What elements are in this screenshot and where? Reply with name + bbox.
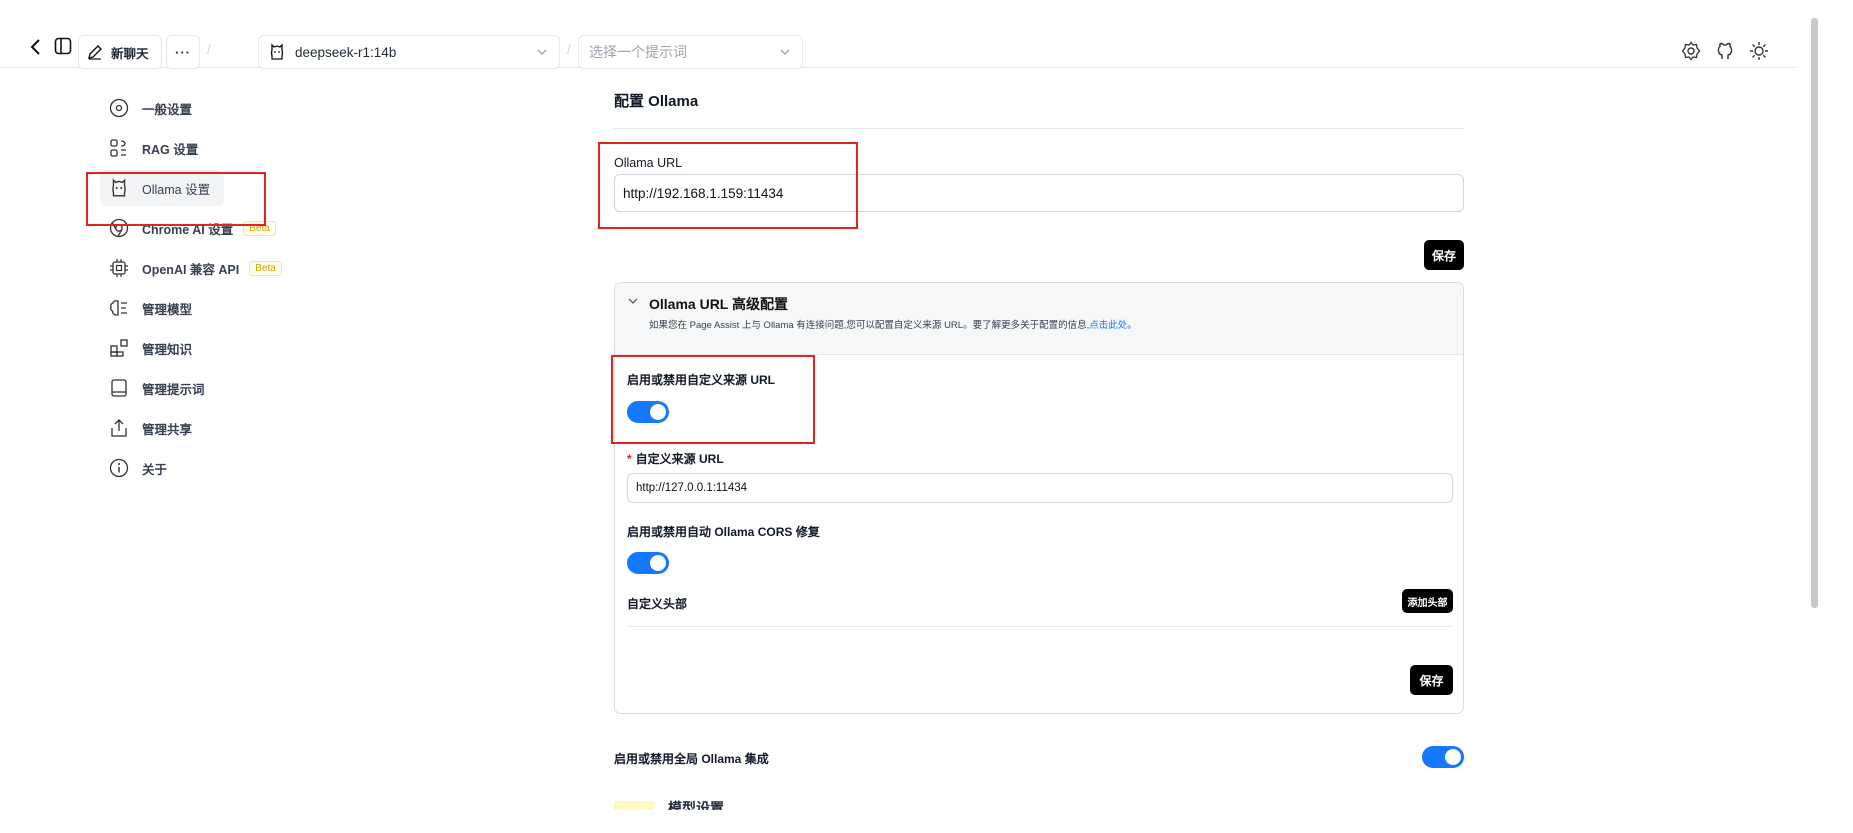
sidebar-item-label: 管理模型 bbox=[142, 302, 193, 317]
app-viewport: 新聊天 ··· / deepseek-r1:14b / 选择一个提示词 一般设置… bbox=[0, 0, 1797, 810]
edit-icon bbox=[88, 45, 102, 60]
separator: / bbox=[207, 41, 211, 57]
chevron-down-icon bbox=[780, 49, 790, 55]
vertical-scrollbar[interactable] bbox=[1811, 18, 1818, 608]
description-suffix: 。 bbox=[1127, 320, 1137, 331]
github-icon[interactable] bbox=[1714, 40, 1736, 62]
cors-toggle[interactable] bbox=[627, 552, 669, 574]
sidebar-item-about[interactable]: 关于 bbox=[100, 450, 175, 486]
new-chat-button[interactable]: 新聊天 bbox=[78, 35, 162, 69]
custom-origin-url-input[interactable]: http://127.0.0.1:11434 bbox=[627, 473, 1453, 503]
sidebar-item-manage-share[interactable]: 管理共享 bbox=[100, 410, 200, 446]
advanced-config-description: 如果您在 Page Assist 上与 Ollama 有连接问题,您可以配置自定… bbox=[649, 317, 1137, 331]
section-icon bbox=[614, 801, 654, 810]
sidebar-item-openai-api[interactable]: OpenAI 兼容 API Beta bbox=[100, 250, 290, 286]
custom-headers-label: 自定义头部 bbox=[627, 597, 688, 611]
top-bar: 新聊天 ··· / deepseek-r1:14b / 选择一个提示词 bbox=[0, 13, 1797, 69]
brain-icon bbox=[108, 297, 130, 319]
info-icon bbox=[108, 457, 130, 479]
click-here-link[interactable]: 点击此处 bbox=[1089, 320, 1127, 331]
sidebar-item-label: 管理知识 bbox=[142, 342, 193, 357]
custom-origin-url-label: * 自定义来源 URL bbox=[627, 450, 724, 467]
settings-icon[interactable] bbox=[1680, 40, 1702, 62]
chevron-down-icon bbox=[537, 49, 547, 55]
book-icon bbox=[108, 377, 130, 399]
global-ollama-toggle-label: 启用或禁用全局 Ollama 集成 bbox=[614, 752, 769, 766]
sidebar-item-label: OpenAI 兼容 API bbox=[142, 262, 240, 277]
share-icon bbox=[108, 417, 130, 439]
cors-toggle-label: 启用或禁用自动 Ollama CORS 修复 bbox=[627, 525, 820, 539]
beta-badge: Beta bbox=[249, 260, 282, 276]
model-settings-title: 模型设置 bbox=[668, 800, 724, 810]
sidebar-item-manage-prompts[interactable]: 管理提示词 bbox=[100, 370, 213, 406]
sidebar-item-label: 管理提示词 bbox=[142, 382, 205, 397]
advanced-save-button[interactable]: 保存 bbox=[1410, 665, 1453, 695]
rag-icon bbox=[108, 137, 130, 159]
ollama-icon bbox=[270, 43, 284, 60]
sidebar-item-label: RAG 设置 bbox=[142, 142, 199, 157]
separator: / bbox=[567, 41, 571, 57]
model-name: deepseek-r1:14b bbox=[295, 44, 397, 60]
model-select[interactable]: deepseek-r1:14b bbox=[258, 35, 560, 69]
more-button[interactable]: ··· bbox=[166, 35, 200, 69]
advanced-config-header[interactable]: Ollama URL 高级配置 如果您在 Page Assist 上与 Olla… bbox=[615, 283, 1463, 355]
sidebar-item-label: 关于 bbox=[142, 462, 168, 477]
new-chat-label: 新聊天 bbox=[111, 46, 149, 61]
advanced-config-title: Ollama URL 高级配置 bbox=[649, 296, 788, 312]
chevron-down-icon bbox=[628, 298, 638, 304]
divider bbox=[627, 626, 1453, 627]
prompt-select[interactable]: 选择一个提示词 bbox=[578, 35, 803, 69]
sidebar-item-label: 一般设置 bbox=[142, 102, 193, 117]
save-button[interactable]: 保存 bbox=[1424, 240, 1464, 270]
back-icon[interactable] bbox=[26, 37, 46, 57]
add-header-button[interactable]: 添加头部 bbox=[1402, 589, 1453, 613]
sun-settings-icon[interactable] bbox=[1748, 40, 1770, 62]
cpu-icon bbox=[108, 257, 130, 279]
highlight-box bbox=[598, 142, 858, 229]
more-label: ··· bbox=[175, 44, 191, 60]
sidebar-item-rag[interactable]: RAG 设置 bbox=[100, 130, 206, 166]
blocks-icon bbox=[108, 337, 130, 359]
sidebar-toggle-icon[interactable] bbox=[52, 35, 74, 57]
highlight-box bbox=[86, 172, 266, 226]
sidebar-item-general[interactable]: 一般设置 bbox=[100, 90, 200, 126]
advanced-config-panel: Ollama URL 高级配置 如果您在 Page Assist 上与 Olla… bbox=[614, 282, 1464, 714]
custom-origin-url-label-text: 自定义来源 URL bbox=[635, 452, 724, 466]
required-mark: * bbox=[627, 452, 632, 466]
prompt-placeholder: 选择一个提示词 bbox=[589, 44, 687, 60]
divider bbox=[614, 128, 1464, 129]
gear-circle-icon bbox=[108, 97, 130, 119]
sidebar-item-manage-models[interactable]: 管理模型 bbox=[100, 290, 200, 326]
global-ollama-toggle[interactable] bbox=[1422, 746, 1464, 768]
model-settings-section-title: 模型设置 bbox=[614, 798, 724, 810]
page-title: 配置 Ollama bbox=[614, 93, 699, 110]
sidebar-item-manage-knowledge[interactable]: 管理知识 bbox=[100, 330, 200, 366]
highlight-box bbox=[611, 355, 815, 444]
sidebar-item-label: 管理共享 bbox=[142, 422, 193, 437]
description-text: 如果您在 Page Assist 上与 Ollama 有连接问题,您可以配置自定… bbox=[649, 320, 1090, 331]
custom-origin-url-value: http://127.0.0.1:11434 bbox=[636, 482, 748, 494]
